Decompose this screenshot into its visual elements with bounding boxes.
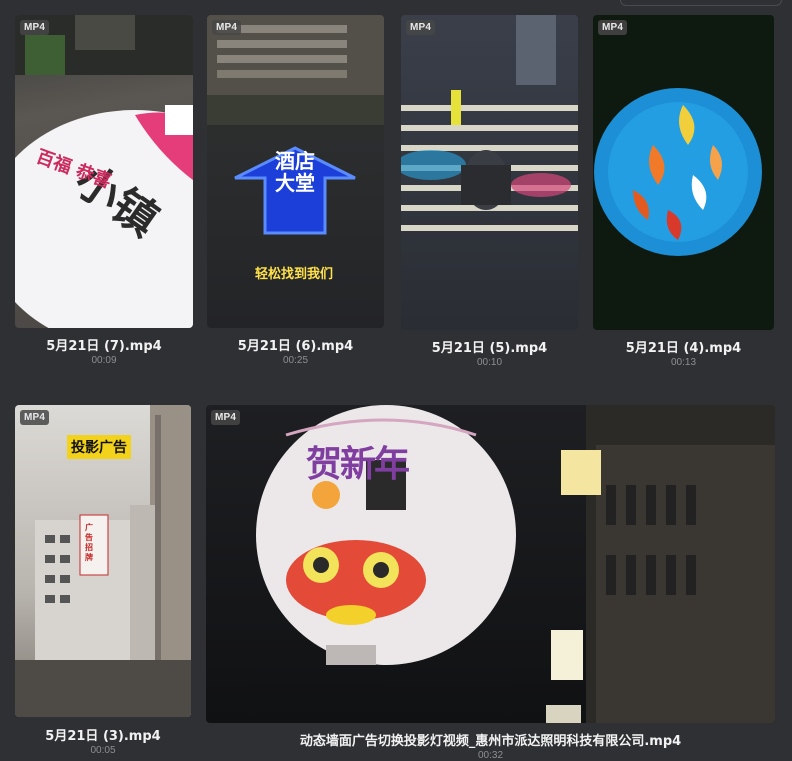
video-card-2[interactable]: 酒店大堂 轻松找到我们 MP4 5月21日 (6).mp4 00:25 <box>207 15 384 370</box>
video-filename[interactable]: 动态墙面广告切换投影灯视频_惠州市派达照明科技有限公司.mp4 <box>206 730 775 749</box>
video-filename[interactable]: 5月21日 (6).mp4 <box>207 335 384 354</box>
format-badge: MP4 <box>20 410 50 425</box>
thumbnail-art <box>401 15 578 231</box>
overlay-text-main: 酒店大堂 <box>275 149 315 195</box>
video-filename[interactable]: 5月21日 (4).mp4 <box>593 337 774 356</box>
overlay-text-sub: 轻松找到我们 <box>255 267 334 282</box>
video-thumbnail[interactable]: 酒店大堂 轻松找到我们 MP4 <box>207 15 384 328</box>
top-tab-edge <box>620 0 782 6</box>
format-badge: MP4 <box>406 20 436 35</box>
video-duration: 00:13 <box>670 357 697 368</box>
video-thumbnail[interactable]: 贺新年 MP4 <box>206 405 775 723</box>
video-filename[interactable]: 5月21日 (3).mp4 <box>15 725 191 744</box>
video-card-4[interactable]: MP4 5月21日 (4).mp4 00:13 <box>593 15 774 370</box>
video-thumbnail[interactable]: 投影广告 广告招牌 MP4 <box>15 405 191 717</box>
video-thumbnail[interactable]: MP4 <box>593 15 774 330</box>
video-duration: 00:10 <box>476 357 503 368</box>
video-filename[interactable]: 5月21日 (5).mp4 <box>401 337 578 356</box>
video-card-6[interactable]: 贺新年 MP4 动态墙面广告切换投影灯视频_惠州市派达照明科技有限公司.mp4 … <box>206 405 775 761</box>
video-duration: 00:25 <box>282 355 309 366</box>
overlay-text-main: 投影广告 <box>67 435 131 459</box>
format-badge: MP4 <box>211 410 241 425</box>
format-badge: MP4 <box>598 20 628 35</box>
video-duration: 00:05 <box>90 745 116 756</box>
video-duration: 00:09 <box>91 355 117 366</box>
video-card-5[interactable]: 投影广告 广告招牌 MP4 5月21日 (3).mp4 00:05 <box>15 405 191 758</box>
format-badge: MP4 <box>20 20 50 35</box>
format-badge: MP4 <box>212 20 242 35</box>
video-thumbnail[interactable]: MP4 <box>401 15 578 330</box>
thumbnail-art <box>594 88 762 256</box>
video-filename[interactable]: 5月21日 (7).mp4 <box>15 335 193 354</box>
video-duration: 00:32 <box>477 750 504 761</box>
video-card-1[interactable]: 小镇 百福 恭喜 MP4 5月21日 (7).mp4 00:09 <box>15 15 193 370</box>
overlay-text-main: 贺新年 <box>306 444 410 485</box>
video-thumbnail[interactable]: 小镇 百福 恭喜 MP4 <box>15 15 193 328</box>
overlay-text-sub: 广告招牌 <box>85 523 93 562</box>
video-card-3[interactable]: MP4 5月21日 (5).mp4 00:10 <box>401 15 578 370</box>
thumbnail-art <box>256 405 775 723</box>
